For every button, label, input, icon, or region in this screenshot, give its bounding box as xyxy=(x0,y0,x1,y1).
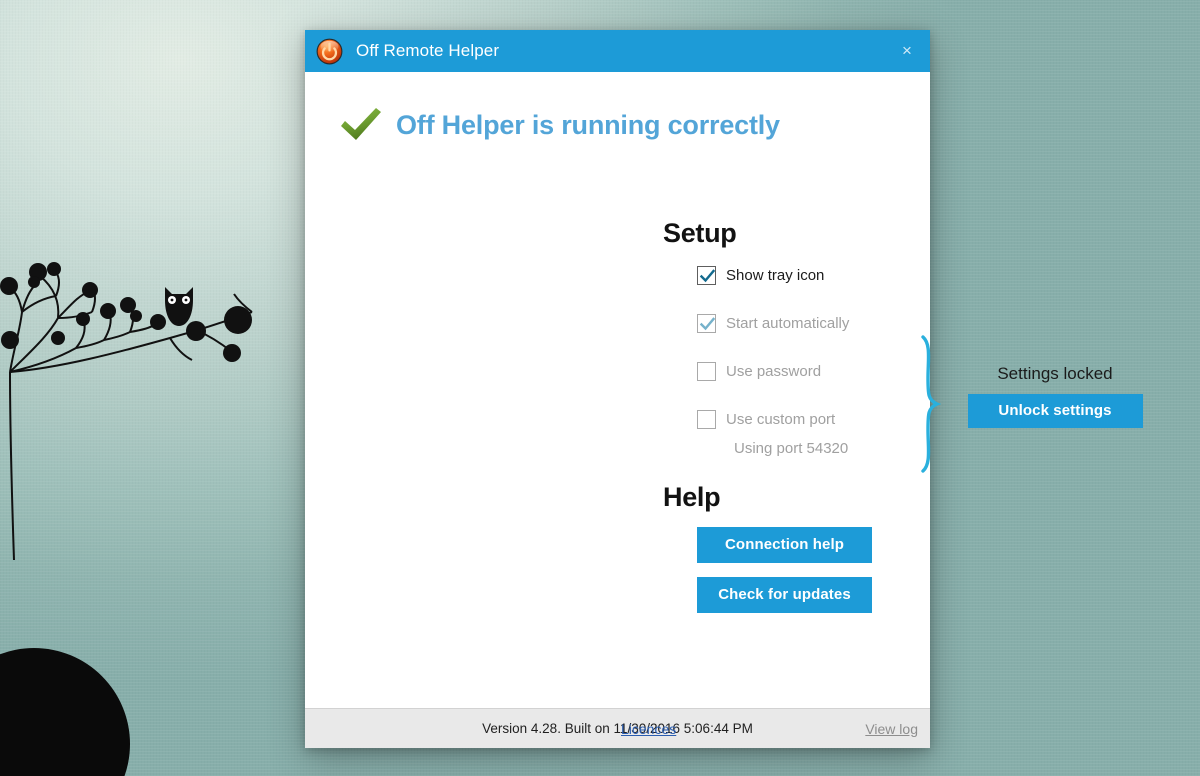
desktop-background: Off Remote Helper × Off Helper is runnin… xyxy=(0,0,1200,776)
off-remote-helper-window: Off Remote Helper × Off Helper is runnin… xyxy=(305,30,1143,748)
checkbox-use-custom-port xyxy=(697,409,716,429)
checkbox-row-show-tray-icon[interactable]: Show tray icon xyxy=(697,264,927,286)
checkbox-label-show-tray-icon: Show tray icon xyxy=(726,266,825,284)
checkbox-use-password xyxy=(697,361,716,381)
window-titlebar: Off Remote Helper × xyxy=(305,30,930,72)
window-statusbar: Licences Version 4.28. Built on 11/30/20… xyxy=(305,708,930,748)
unlock-settings-button[interactable]: Unlock settings xyxy=(967,394,1143,428)
status-banner: Off Helper is running correctly xyxy=(305,72,930,144)
window-body: Off Helper is running correctly Setup Sh… xyxy=(305,72,1143,709)
setup-options-list: Show tray icon Start automatically Use p… xyxy=(697,264,927,457)
green-check-icon xyxy=(341,108,381,140)
port-note: Using port 54320 xyxy=(734,440,849,457)
window-title: Off Remote Helper xyxy=(356,41,500,60)
checkbox-row-use-password: Use password xyxy=(697,360,927,382)
checkbox-label-use-password: Use password xyxy=(726,362,822,380)
licences-link[interactable]: Licences xyxy=(621,721,676,737)
help-buttons-group: Connection help Check for updates xyxy=(697,527,872,627)
connection-help-button[interactable]: Connection help xyxy=(697,527,872,563)
close-icon[interactable]: × xyxy=(884,30,930,72)
power-button-icon xyxy=(316,38,343,64)
checkbox-show-tray-icon[interactable] xyxy=(697,265,716,285)
checkbox-start-automatically xyxy=(697,313,716,333)
check-icon xyxy=(699,316,716,330)
checkbox-label-start-automatically: Start automatically xyxy=(726,314,850,332)
check-icon xyxy=(699,268,716,282)
checkbox-row-start-automatically: Start automatically xyxy=(697,312,927,334)
check-for-updates-button[interactable]: Check for updates xyxy=(697,577,872,613)
curly-brace-icon xyxy=(921,335,942,473)
checkbox-row-use-custom-port: Use custom port xyxy=(697,408,927,430)
help-heading: Help xyxy=(663,482,721,512)
settings-lock-panel: Settings locked Unlock settings xyxy=(955,364,1155,428)
checkbox-label-use-custom-port: Use custom port xyxy=(726,410,836,428)
setup-heading: Setup xyxy=(663,218,737,248)
version-text: Version 4.28. Built on 11/30/2016 5:06:4… xyxy=(482,721,753,736)
lock-status-label: Settings locked xyxy=(997,364,1113,383)
tree-branch-with-owl-wall-decal xyxy=(0,262,253,560)
view-log-link[interactable]: View log xyxy=(865,721,918,737)
status-message: Off Helper is running correctly xyxy=(396,109,780,140)
